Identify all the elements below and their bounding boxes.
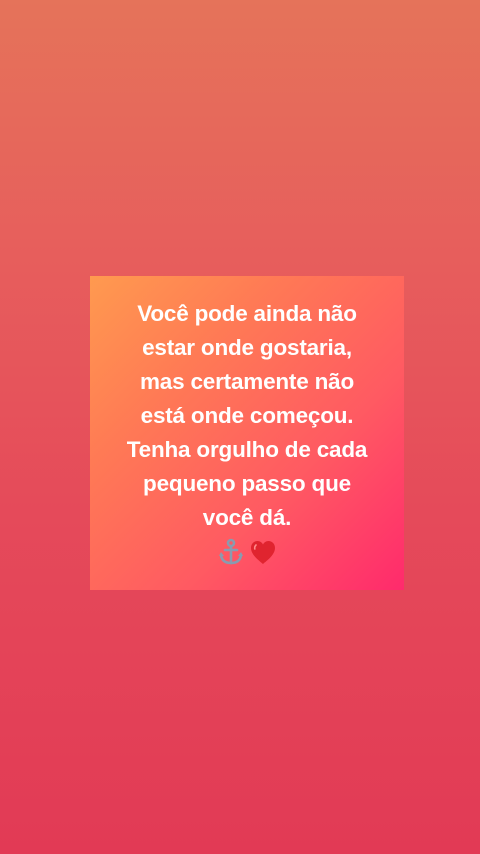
quote-line-6: pequeno passo que [143, 471, 351, 496]
anchor-icon [216, 537, 246, 567]
quote-line-2: estar onde gostaria, [142, 335, 352, 360]
quote-line-4: está onde começou. [140, 403, 354, 428]
quote-line-5: Tenha orgulho de cada [126, 437, 368, 462]
quote-line-7: você dá. [202, 505, 292, 530]
quote-line-1: Você pode ainda não [137, 301, 357, 326]
quote-line-3: mas certamente não [140, 369, 354, 394]
emoji-row [216, 535, 278, 569]
quote-card: Você pode ainda não estar onde gostaria,… [90, 276, 404, 590]
red-heart-icon [248, 537, 278, 567]
